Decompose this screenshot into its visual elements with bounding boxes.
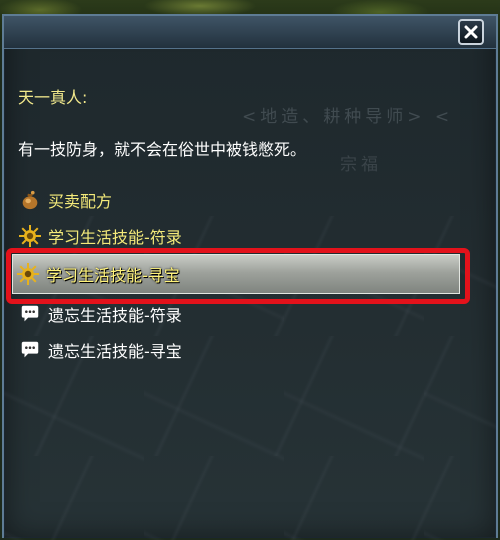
background-glyphs: <地造、耕种导师> < [242,107,454,127]
option-label: 学习生活技能-寻宝 [46,266,180,285]
option-forget-skill-treasure[interactable]: 遗忘生活技能-寻宝 [18,336,182,364]
npc-dialog-panel: <地造、耕种导师> < 宗福 天一真人: 有一技防身，就不会在俗世中被钱憋死。 … [2,14,498,540]
option-forget-skill-talisman[interactable]: 遗忘生活技能-符录 [18,300,182,328]
speech-bubble-icon [18,302,42,326]
option-label: 遗忘生活技能-寻宝 [48,342,182,361]
background-glyphs-2: 宗福 [340,155,382,175]
speech-bubble-icon [18,338,42,362]
npc-name: 天一真人: [18,88,88,107]
money-bag-icon [18,188,42,212]
option-learn-skill-treasure[interactable]: 学习生活技能-寻宝 [16,260,180,288]
option-label: 遗忘生活技能-符录 [48,306,182,325]
sun-gear-icon [18,224,42,248]
npc-dialog-text: 有一技防身，就不会在俗世中被钱憋死。 [18,140,307,159]
option-buy-sell-recipes[interactable]: 买卖配方 [18,186,112,214]
close-icon [464,25,478,39]
option-label: 学习生活技能-符录 [48,228,182,247]
dialog-titlebar [4,16,496,49]
close-button[interactable] [458,19,484,45]
option-label: 买卖配方 [48,192,113,211]
sun-gear-icon [16,262,40,286]
option-learn-skill-talisman[interactable]: 学习生活技能-符录 [18,222,182,250]
